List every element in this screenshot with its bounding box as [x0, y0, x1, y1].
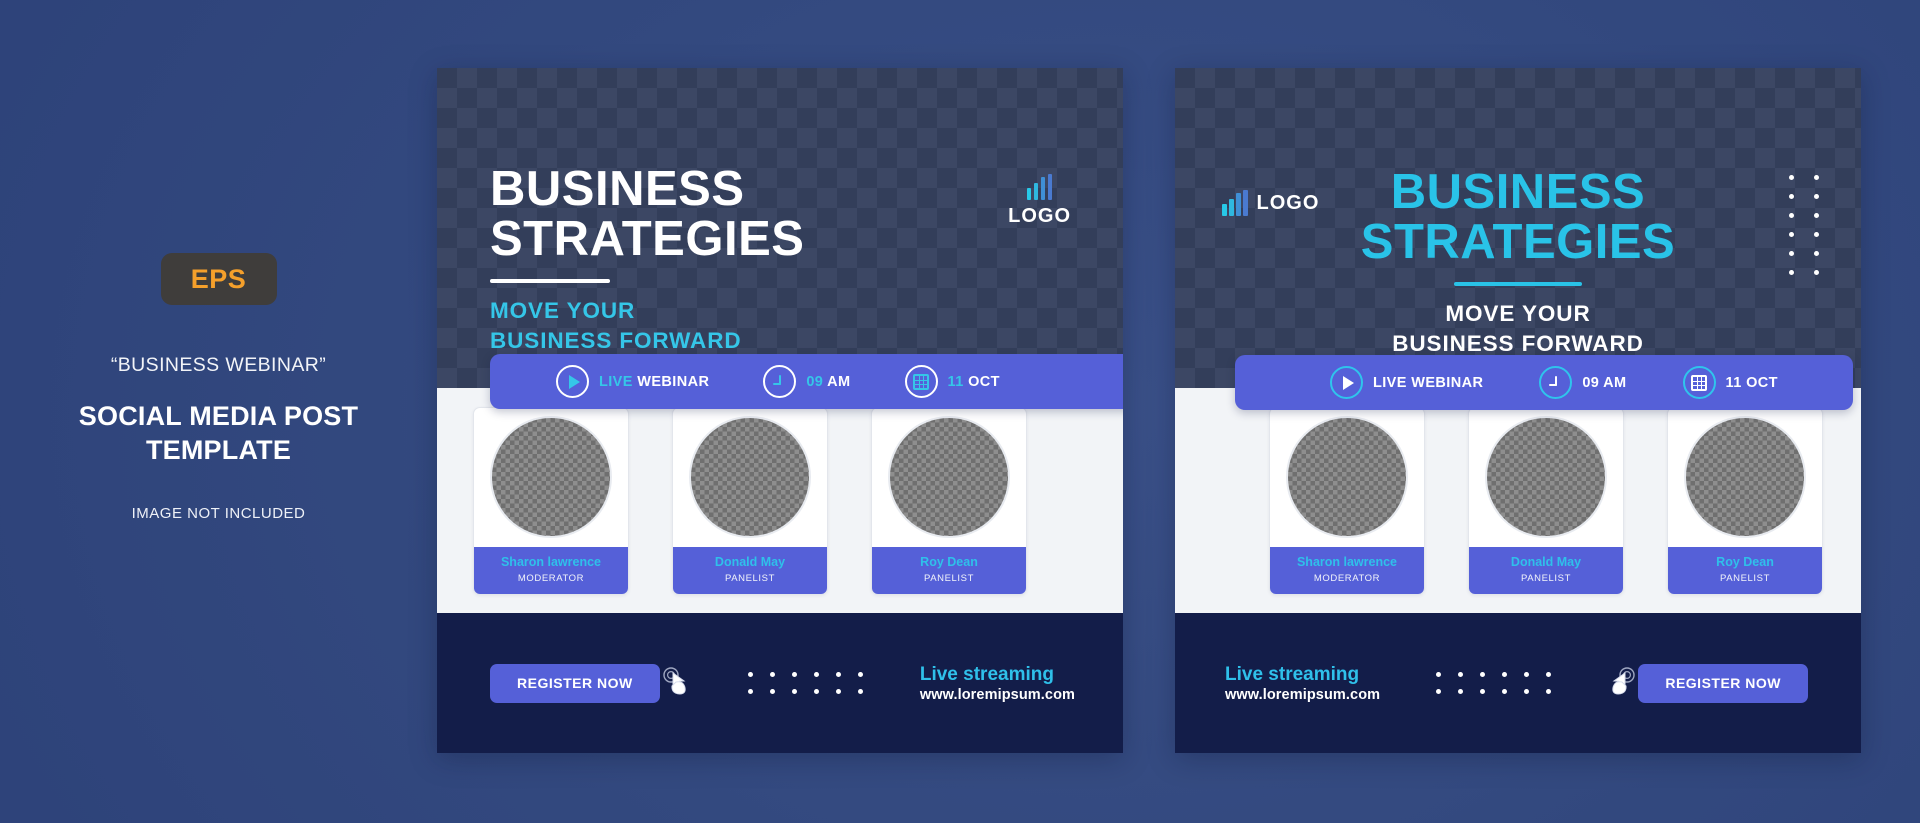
register-now-button[interactable]: REGISTER NOW [1638, 663, 1809, 703]
info-item-webinar: LIVE WEBINAR [1330, 366, 1483, 399]
event-info-bar: LIVE WEBINAR 09 AM 11 OCT [1235, 355, 1853, 410]
event-info-bar: LIVE WEBINAR 09 AM 11 OCT [490, 354, 1123, 409]
speaker-name: Sharon lawrence [1296, 554, 1398, 569]
sidebar-title: SOCIAL MEDIA POST TEMPLATE [79, 399, 358, 467]
speaker-list: Sharon lawrence MODERATOR Donald May PAN… [437, 388, 1123, 613]
headline-divider [1454, 282, 1582, 287]
info-label-time: 09 AM [1582, 374, 1627, 391]
calendar-icon [904, 365, 938, 398]
stream-url: www.loremipsum.com [919, 686, 1076, 703]
subhead-line2: BUSINESS FORWARD [490, 328, 742, 354]
info-label-date: 11 OCT [1725, 374, 1778, 391]
info-item-webinar: LIVE WEBINAR [556, 365, 709, 398]
info-label-time: 09 AM [806, 373, 851, 390]
speaker-namebar: Donald May PANELIST [1469, 546, 1623, 594]
speaker-role: MODERATOR [517, 572, 585, 584]
live-streaming-block: Live streaming www.loremipsum.com [920, 663, 1075, 703]
speaker-name: Donald May [714, 554, 786, 569]
speaker-name: Donald May [1510, 554, 1582, 569]
stream-url: www.loremipsum.com [1225, 686, 1381, 703]
info-item-time: 09 AM [1539, 366, 1626, 399]
avatar [490, 416, 612, 539]
avatar [888, 416, 1010, 539]
dot-grid-decoration [1789, 175, 1819, 275]
poster-hero: BUSINESS STRATEGIES MOVE YOUR BUSINESS F… [437, 68, 1123, 409]
logo-label: LOGO [1008, 205, 1071, 227]
sidebar-note: IMAGE NOT INCLUDED [131, 505, 306, 523]
info-label-webinar: LIVE WEBINAR [599, 373, 710, 390]
play-icon [1330, 366, 1363, 399]
click-cursor-icon [660, 666, 692, 700]
eps-badge: EPS [160, 253, 277, 305]
speaker-name: Roy Dean [1716, 554, 1774, 569]
live-streaming-block: Live streaming www.loremipsum.com [1225, 663, 1380, 703]
info-item-date: 11 OCT [1682, 366, 1778, 399]
headline-line1: BUSINESS [490, 162, 745, 216]
bar-chart-icon [1026, 174, 1053, 200]
speaker-namebar: Roy Dean PANELIST [1668, 546, 1822, 594]
avatar [1485, 416, 1607, 539]
avatar [689, 416, 811, 539]
speaker-role: PANELIST [1719, 572, 1771, 584]
speaker-namebar: Sharon lawrence MODERATOR [1270, 546, 1424, 594]
headline-line2: STRATEGIES [490, 212, 805, 266]
headline-line1: BUSINESS [1390, 165, 1646, 219]
dot-grid-decoration [748, 672, 864, 694]
poster-footer: Live streaming www.loremipsum.com REGIST… [1175, 613, 1861, 753]
speaker-name: Roy Dean [920, 554, 978, 569]
subhead-line1: MOVE YOUR [1445, 301, 1591, 327]
poster-footer: REGISTER NOW Live streaming www.loremips… [437, 613, 1123, 753]
clock-icon [763, 365, 797, 398]
clock-icon [1539, 366, 1573, 399]
speaker-role: PANELIST [923, 572, 975, 584]
speaker-namebar: Sharon lawrence MODERATOR [474, 546, 628, 594]
info-label-date: 11 OCT [947, 373, 1000, 390]
calendar-icon [1682, 366, 1716, 399]
speaker-card[interactable]: Roy Dean PANELIST [871, 406, 1027, 595]
speaker-card[interactable]: Sharon lawrence MODERATOR [1269, 406, 1425, 595]
poster-hero: LOGO BUSINESS STRATEGIES MOVE YOUR BUSIN… [1175, 68, 1861, 410]
info-sidebar: EPS “BUSINESS WEBINAR” SOCIAL MEDIA POST… [0, 0, 437, 823]
info-label-webinar: LIVE WEBINAR [1373, 374, 1484, 391]
poster-variant-b: LOGO BUSINESS STRATEGIES MOVE YOUR BUSIN… [1175, 68, 1861, 753]
register-now-button[interactable]: REGISTER NOW [490, 663, 660, 703]
speaker-card[interactable]: Sharon lawrence MODERATOR [473, 406, 629, 595]
speaker-role: PANELIST [724, 572, 776, 584]
speaker-card[interactable]: Donald May PANELIST [1468, 406, 1624, 595]
sidebar-quote: “BUSINESS WEBINAR” [110, 354, 327, 376]
headline-divider [490, 279, 610, 284]
sidebar-title-line1: SOCIAL MEDIA POST [78, 401, 359, 431]
avatar [1286, 416, 1408, 539]
sidebar-title-line2: TEMPLATE [145, 435, 292, 466]
speaker-list: Sharon lawrence MODERATOR Donald May PAN… [1175, 388, 1861, 613]
poster-headline: BUSINESS STRATEGIES MOVE YOUR BUSINESS F… [1175, 168, 1861, 359]
speaker-role: PANELIST [1520, 572, 1572, 584]
avatar [1684, 416, 1806, 539]
speaker-namebar: Donald May PANELIST [673, 546, 827, 594]
click-cursor-icon [1606, 666, 1638, 700]
poster-headline: BUSINESS STRATEGIES MOVE YOUR BUSINESS F… [490, 165, 804, 356]
info-item-time: 09 AM [763, 365, 850, 398]
stream-title: Live streaming [1225, 664, 1360, 686]
dot-grid-decoration [1435, 672, 1551, 694]
speaker-role: MODERATOR [1313, 572, 1381, 584]
info-item-date: 11 OCT [904, 365, 1000, 398]
subhead-line1: MOVE YOUR [490, 298, 636, 324]
poster-variant-a: BUSINESS STRATEGIES MOVE YOUR BUSINESS F… [437, 68, 1123, 753]
brand-logo[interactable]: LOGO [1008, 174, 1071, 228]
play-icon [556, 365, 589, 398]
stream-title: Live streaming [919, 664, 1054, 686]
speaker-card[interactable]: Roy Dean PANELIST [1667, 406, 1823, 595]
speaker-name: Sharon lawrence [500, 554, 602, 569]
canvas-background: EPS “BUSINESS WEBINAR” SOCIAL MEDIA POST… [0, 0, 1920, 823]
headline-line2: STRATEGIES [1360, 215, 1676, 269]
speaker-namebar: Roy Dean PANELIST [872, 546, 1026, 594]
speaker-card[interactable]: Donald May PANELIST [672, 406, 828, 595]
